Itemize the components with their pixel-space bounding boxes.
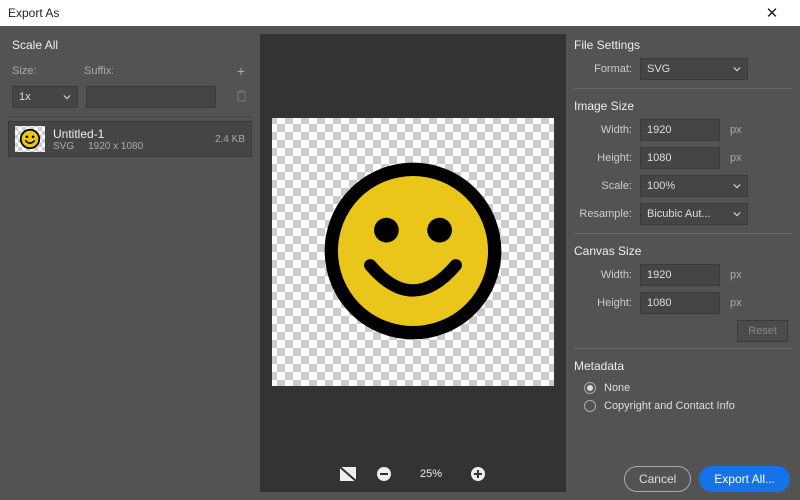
canvas-checker [272, 118, 554, 386]
zoom-in-icon[interactable] [469, 465, 487, 483]
divider [574, 233, 792, 234]
canvas-top-pad [272, 48, 554, 118]
file-list: Untitled-1 SVG 1920 x 1080 2.4 KB [8, 121, 252, 157]
radio-icon [584, 400, 596, 412]
titlebar: Export As ✕ [0, 0, 800, 26]
metadata-none-radio[interactable]: None [574, 379, 792, 397]
scale-inputs-row: 1x [8, 82, 252, 116]
scale-value: 100% [647, 180, 675, 192]
file-name: Untitled-1 [53, 127, 207, 141]
preview-image [318, 156, 508, 349]
unit-px: px [730, 269, 742, 281]
close-icon[interactable]: ✕ [752, 4, 792, 22]
dialog-footer: Cancel Export All... [574, 460, 792, 492]
size-label: Size: [12, 65, 84, 77]
add-scale-icon[interactable]: + [234, 63, 248, 79]
height-label: Height: [574, 152, 640, 164]
resample-value: Bicubic Aut... [647, 208, 711, 220]
canvas-bottom-pad [272, 386, 554, 456]
file-meta: Untitled-1 SVG 1920 x 1080 [53, 127, 207, 152]
dialog-body: Scale All Size: Suffix: + 1x [0, 26, 800, 500]
chevron-down-icon [733, 210, 741, 218]
file-size: 2.4 KB [215, 134, 245, 145]
chevron-down-icon [733, 65, 741, 73]
zoom-out-icon[interactable] [375, 465, 393, 483]
zoom-toolbar: 25% [260, 456, 566, 492]
canvas-area [272, 48, 554, 456]
chevron-down-icon [63, 93, 71, 101]
width-label: Width: [574, 124, 640, 136]
suffix-input[interactable] [86, 86, 216, 108]
window-title: Export As [8, 6, 752, 20]
image-height-input[interactable]: 1080 [640, 147, 720, 169]
metadata-copyright-radio[interactable]: Copyright and Contact Info [574, 397, 792, 415]
scale-select[interactable]: 100% [640, 175, 748, 197]
unit-px: px [730, 297, 742, 309]
image-width-input[interactable]: 1920 [640, 119, 720, 141]
metadata-none-label: None [604, 382, 630, 394]
divider [574, 88, 792, 89]
suffix-label: Suffix: [84, 65, 234, 77]
metadata-copyright-label: Copyright and Contact Info [604, 400, 735, 412]
cancel-button[interactable]: Cancel [624, 466, 691, 492]
preview-panel: 25% [260, 34, 566, 492]
file-format: SVG [53, 141, 74, 152]
reset-button[interactable]: Reset [737, 320, 788, 342]
two-up-icon[interactable] [339, 465, 357, 483]
divider [8, 116, 252, 117]
file-settings-title: File Settings [574, 34, 792, 58]
image-size-title: Image Size [574, 95, 792, 119]
format-select[interactable]: SVG [640, 58, 748, 80]
canvas-height-label: Height: [574, 297, 640, 309]
scale-label: Scale: [574, 180, 640, 192]
format-label: Format: [574, 63, 640, 75]
delete-scale-icon[interactable] [234, 90, 248, 105]
canvas-width-label: Width: [574, 269, 640, 281]
file-dimensions: 1920 x 1080 [88, 141, 143, 152]
left-panel: Scale All Size: Suffix: + 1x [8, 34, 252, 492]
size-value: 1x [19, 91, 31, 103]
file-item[interactable]: Untitled-1 SVG 1920 x 1080 2.4 KB [8, 121, 252, 157]
resample-select[interactable]: Bicubic Aut... [640, 203, 748, 225]
scale-all-title: Scale All [8, 34, 252, 60]
resample-label: Resample: [574, 208, 640, 220]
canvas-height-input[interactable]: 1080 [640, 292, 720, 314]
file-thumbnail [15, 126, 45, 152]
format-value: SVG [647, 63, 670, 75]
metadata-title: Metadata [574, 355, 792, 379]
unit-px: px [730, 152, 742, 164]
size-select[interactable]: 1x [12, 86, 78, 108]
canvas-width-input[interactable]: 1920 [640, 264, 720, 286]
right-panel: File Settings Format: SVG Image Size Wid… [574, 34, 792, 492]
divider [574, 348, 792, 349]
chevron-down-icon [733, 182, 741, 190]
export-all-button[interactable]: Export All... [699, 466, 790, 492]
scale-labels-row: Size: Suffix: + [8, 60, 252, 82]
unit-px: px [730, 124, 742, 136]
radio-icon [584, 382, 596, 394]
zoom-level[interactable]: 25% [411, 468, 451, 480]
canvas-size-title: Canvas Size [574, 240, 792, 264]
